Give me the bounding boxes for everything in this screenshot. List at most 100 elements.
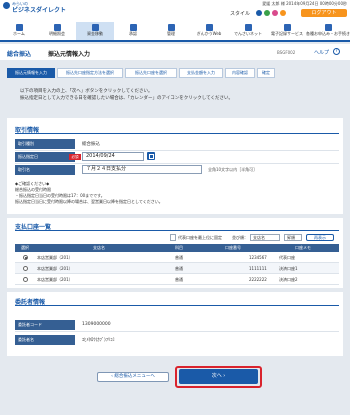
style-label: スタイル: [230, 11, 251, 17]
top-bar: みらいの ビジネスダイレクト 愛媛 太郎 様 2014年09月24日 00時00…: [0, 0, 350, 22]
pin-representative-label: 代表口座を最上位に固定: [178, 235, 222, 240]
pin-representative-checkbox[interactable]: [170, 234, 176, 241]
nav-label: 管理: [167, 31, 175, 36]
back-button-label: 総合振込メニューへ: [114, 374, 155, 379]
account-number-cell: 1234567: [249, 255, 267, 260]
memo-cell: 決済口座2: [279, 277, 298, 282]
row-divider: [15, 331, 339, 332]
step-2: 振込先口座指定方法を選択: [57, 68, 123, 78]
chevron-right-icon: ›: [221, 373, 226, 379]
account-number-cell: 2222222: [249, 277, 267, 282]
nav-label: 資金移動: [87, 31, 103, 36]
statement-icon: [53, 24, 61, 31]
nav-management[interactable]: 管理: [152, 22, 190, 42]
nav-statements[interactable]: 明細照会: [38, 22, 76, 42]
e-record-icon: [283, 24, 291, 31]
step-3: 振込先口座を選択: [125, 68, 177, 78]
sort-order-select[interactable]: 昇順: [284, 234, 302, 241]
transaction-type-label: 取引種別: [15, 139, 75, 149]
calendar-icon[interactable]: [147, 152, 155, 160]
column-account-number: 口座番号: [225, 245, 241, 250]
nav-applications[interactable]: 各種お申込み・お手続き: [306, 22, 350, 42]
back-to-menu-button[interactable]: ‹ 総合振込メニューへ: [97, 372, 169, 382]
nav-label: 承認: [129, 31, 137, 36]
nav-label: 明細照会: [49, 31, 65, 36]
transaction-name-hint: 全角10文字以内［半角可］: [208, 167, 258, 172]
screen-code: BSGF002: [277, 50, 296, 55]
nav-web[interactable]: ぎんかうWeb: [190, 22, 228, 42]
nav-home[interactable]: ホーム: [0, 22, 38, 42]
instruction-line-2: 振込指定日として入力できる日を確認したい場合は、「カレンダー」のアイコンをクリッ…: [20, 96, 234, 101]
account-radio[interactable]: [23, 255, 28, 260]
step-5: 内容確認: [225, 68, 255, 78]
account-radio[interactable]: [23, 277, 28, 282]
consignor-code-label: 委託者コード: [15, 320, 75, 330]
transaction-name-input[interactable]: ７月２４日支払分: [82, 165, 202, 174]
user-info: 愛媛 太郎 様 2014年09月24日 00時00分00秒: [262, 1, 347, 6]
nav-approval[interactable]: 承認: [114, 22, 152, 42]
step-6: 確定: [257, 68, 275, 78]
transfer-date-input[interactable]: 2014/09/24: [82, 152, 144, 161]
web-icon: [205, 24, 213, 31]
consignor-name-label: 委託者名: [15, 335, 75, 345]
nav-label: でんさいネット: [234, 31, 262, 36]
approval-icon: [129, 24, 137, 31]
sort-key-select[interactable]: 支店名: [250, 234, 280, 241]
resort-button[interactable]: 再表示: [306, 234, 334, 241]
subject-cell: 普通: [175, 277, 183, 282]
transfer-date-label: 振込指定日 必須: [15, 152, 81, 162]
note-line: 振込指定日当日に受付時限以降の場合は、翌営業日以降を指定日としてください。: [15, 199, 163, 204]
nav-label: ホーム: [13, 31, 25, 36]
table-row[interactable]: 本店営業部（201） 普通 2222222 決済口座2: [15, 274, 339, 285]
logout-button[interactable]: ログアウト: [301, 9, 347, 17]
transaction-type-value: 総合振込: [82, 142, 100, 147]
page-section: 総合振込: [7, 51, 32, 58]
account-table-header: 選択 支店名 科目 口座番号 口座メモ: [15, 244, 339, 252]
table-row[interactable]: 本店営業部（201） 普通 1111111 決済口座1: [15, 263, 339, 274]
next-button-label: 次へ: [211, 373, 222, 379]
row-divider: [15, 150, 339, 151]
row-divider: [15, 163, 339, 164]
sort-label: 並び順：: [232, 235, 248, 240]
style-orange-button[interactable]: [280, 10, 286, 16]
next-button[interactable]: 次へ ›: [179, 369, 258, 384]
transaction-name-label: 取引名: [15, 165, 75, 175]
densai-icon: [244, 24, 252, 31]
memo-cell: 決済口座1: [279, 266, 298, 271]
subject-cell: 普通: [175, 266, 183, 271]
required-badge: 必須: [69, 154, 81, 160]
consignor-code-value: 1309000000: [82, 322, 111, 327]
account-number-cell: 1111111: [249, 266, 267, 271]
style-pink-button[interactable]: [272, 10, 278, 16]
branch-cell: 本店営業部（201）: [37, 255, 73, 260]
subject-cell: 普通: [175, 255, 183, 260]
style-blue-button[interactable]: [256, 10, 262, 16]
application-icon: [324, 24, 332, 31]
section-divider: [15, 230, 339, 231]
account-radio[interactable]: [23, 266, 28, 271]
logo-text: ビジネスダイレクト: [12, 7, 67, 14]
nav-fund-transfer[interactable]: 資金移動: [76, 22, 114, 42]
column-select: 選択: [21, 245, 29, 250]
step-4: 支払金額を入力: [179, 68, 223, 78]
page-header: 総合振込 振込元情報入力 BSGF002 ヘルプ ?: [0, 44, 350, 60]
help-icon[interactable]: ?: [333, 48, 340, 55]
consignor-name-value: ｴﾋﾒﾀﾛｳ(ｶﾌﾞ)ﾌﾘｺﾐ: [82, 338, 115, 343]
home-icon: [15, 24, 23, 31]
section-divider: [15, 133, 339, 134]
nav-label: ぎんかうWeb: [196, 31, 222, 36]
section-divider: [15, 305, 339, 306]
bank-logo-icon: [3, 2, 10, 9]
nav-densai[interactable]: でんさいネット: [228, 22, 268, 42]
nav-label: 各種お申込み・お手続き: [306, 31, 350, 36]
table-row[interactable]: 本店営業部（201） 普通 1234567 代表口座: [15, 252, 339, 263]
help-link[interactable]: ヘルプ: [314, 49, 329, 56]
nav-label: 電子記録サービス: [271, 31, 303, 36]
page-title: 振込元情報入力: [48, 51, 91, 58]
step-1: 振込元情報を入力: [7, 68, 55, 78]
column-subject: 科目: [175, 245, 183, 250]
transfer-icon: [91, 24, 99, 31]
nav-e-record[interactable]: 電子記録サービス: [268, 22, 306, 42]
management-icon: [167, 24, 175, 31]
style-green-button[interactable]: [264, 10, 270, 16]
